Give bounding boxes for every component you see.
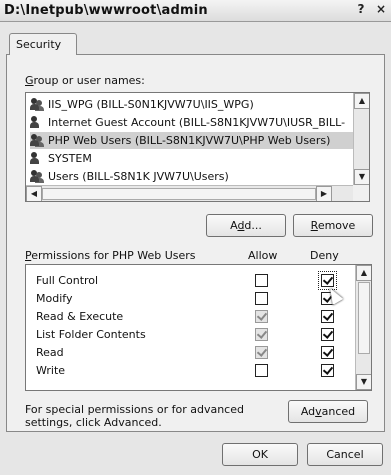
allow-checkbox[interactable] (255, 310, 268, 323)
hscroll-thumb[interactable] (42, 188, 316, 200)
perm-name: Write (36, 364, 66, 377)
perm-name: Read (36, 346, 64, 359)
allow-checkbox[interactable] (255, 274, 268, 287)
close-button[interactable]: × (373, 2, 389, 18)
list-item-internet-guest[interactable]: Internet Guest Account (BILL-S8N1KJVW7U\… (30, 114, 345, 131)
scroll-up-icon[interactable]: ▲ (354, 93, 369, 109)
deny-checkbox[interactable] (321, 346, 334, 359)
permissions-header: Permissions for PHP Web Users (25, 249, 196, 262)
title-buttons: ? × (353, 2, 389, 18)
group-icon (30, 170, 44, 183)
perm-row-full-control: Full Control (26, 271, 356, 290)
deny-checkbox[interactable] (321, 328, 334, 341)
help-button[interactable]: ? (353, 2, 369, 18)
scroll-up-icon[interactable]: ▲ (356, 265, 371, 281)
perm-row-list-folder: List Folder Contents (26, 327, 356, 343)
group-icon (30, 98, 44, 111)
list-item-users[interactable]: Users (BILL-S8N1K JVW7U\Users) (30, 168, 229, 185)
allow-checkbox[interactable] (255, 346, 268, 359)
title-bar: D:\Inetpub\wwwroot\admin ? × (0, 0, 391, 22)
add-button[interactable]: Add... (206, 214, 286, 237)
allow-checkbox[interactable] (255, 364, 268, 377)
user-list[interactable]: IIS_WPG (BILL-S0N1KJVW7U\IIS_WPG) Intern… (25, 92, 370, 202)
perm-name: Full Control (36, 274, 99, 287)
perm-name: Modify (36, 292, 73, 305)
advanced-button[interactable]: Advanced (288, 400, 368, 423)
scroll-down-icon[interactable]: ▼ (356, 374, 371, 390)
cancel-button[interactable]: Cancel (307, 443, 383, 466)
user-icon (30, 152, 44, 165)
vscroll-thumb[interactable] (358, 282, 370, 354)
deny-checkbox[interactable] (318, 271, 337, 290)
perm-name: Read & Execute (36, 310, 124, 323)
scroll-corner (353, 185, 369, 201)
user-list-vscroll[interactable]: ▲ ▼ (353, 93, 369, 185)
list-item-iis-wpg[interactable]: IIS_WPG (BILL-S0N1KJVW7U\IIS_WPG) (30, 96, 254, 113)
perm-row-read: Read (26, 345, 356, 361)
remove-button[interactable]: Remove (293, 214, 373, 237)
group-label: Group or user names: (25, 74, 145, 87)
deny-checkbox[interactable] (321, 310, 334, 323)
tab-security[interactable]: Security (9, 33, 77, 55)
perm-row-write: Write (26, 363, 356, 379)
list-item-php-web-users[interactable]: PHP Web Users (BILL-S8N1KJVW7U\PHP Web U… (30, 132, 353, 149)
advanced-note: For special permissions or for advanced … (25, 403, 244, 429)
user-icon (30, 116, 44, 129)
scroll-left-icon[interactable]: ◀ (26, 186, 42, 201)
deny-column-label: Deny (310, 249, 339, 262)
window-title: D:\Inetpub\wwwroot\admin (4, 3, 208, 18)
ok-button[interactable]: OK (222, 443, 298, 466)
scroll-down-icon[interactable]: ▼ (354, 169, 369, 185)
user-name: IIS_WPG (BILL-S0N1KJVW7U\IIS_WPG) (48, 98, 254, 111)
allow-column-label: Allow (248, 249, 278, 262)
allow-checkbox[interactable] (255, 328, 268, 341)
permissions-list[interactable]: Full Control Modify Read & Execute List … (25, 264, 372, 391)
user-name: SYSTEM (48, 152, 92, 165)
deny-checkbox[interactable] (321, 364, 334, 377)
scroll-right-icon[interactable]: ▶ (316, 186, 332, 201)
perm-name: List Folder Contents (36, 328, 146, 341)
user-name: PHP Web Users (BILL-S8N1KJVW7U\PHP Web U… (48, 134, 331, 147)
list-item-system[interactable]: SYSTEM (30, 150, 92, 167)
perm-row-read-execute: Read & Execute (26, 309, 356, 325)
group-icon (30, 134, 44, 147)
permissions-vscroll[interactable]: ▲ ▼ (355, 265, 371, 390)
allow-checkbox[interactable] (255, 292, 268, 305)
user-name: Users (BILL-S8N1K JVW7U\Users) (48, 170, 229, 183)
user-name: Internet Guest Account (BILL-S8N1KJVW7U\… (48, 116, 346, 129)
user-list-hscroll[interactable]: ◀ ▶ (26, 185, 355, 201)
perm-row-modify: Modify (26, 291, 356, 307)
